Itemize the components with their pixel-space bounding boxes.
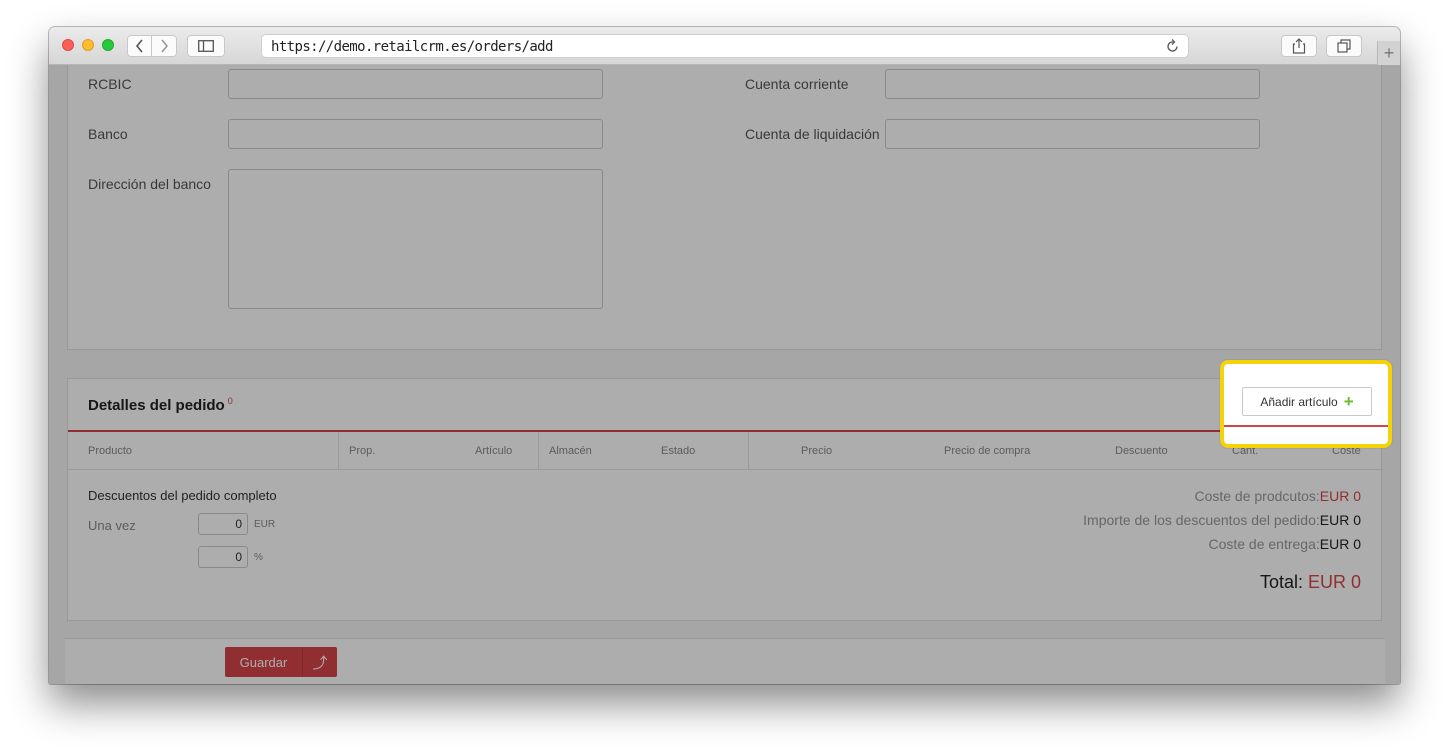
address-bar[interactable]: https://demo.retailcrm.es/orders/add xyxy=(261,34,1189,58)
discount-percent-unit: % xyxy=(254,552,263,563)
form-actions-bar: Guardar ⤴ xyxy=(65,638,1385,684)
reload-icon[interactable] xyxy=(1166,38,1180,54)
plus-icon: + xyxy=(1383,42,1395,63)
order-details-panel: Detalles del pedido 0 Producto Prop. Artí… xyxy=(67,378,1383,621)
bank-label: Banco xyxy=(88,126,128,142)
rcbic-label: RCBIC xyxy=(88,76,132,92)
plus-icon: + xyxy=(1343,392,1354,411)
share-icon xyxy=(1292,38,1306,54)
discount-percent-input[interactable]: 0 xyxy=(198,546,248,568)
settlement-account-label: Cuenta de liquidación xyxy=(745,126,880,142)
back-button[interactable] xyxy=(127,35,152,57)
column-separator xyxy=(338,432,339,470)
browser-toolbar: https://demo.retailcrm.es/orders/add xyxy=(49,27,1400,65)
add-item-button[interactable]: Añadir artículo + xyxy=(1242,387,1372,416)
delivery-cost-row: Coste de entrega:EUR 0 xyxy=(1208,536,1361,552)
discount-amount-row: Importe de los descuentos del pedido:EUR… xyxy=(1083,512,1361,528)
forward-button[interactable] xyxy=(152,35,177,57)
tabs-icon xyxy=(1337,39,1351,53)
current-account-label: Cuenta corriente xyxy=(745,76,849,92)
sidebar-icon xyxy=(198,40,214,52)
delivery-cost-value: EUR 0 xyxy=(1319,536,1361,552)
order-details-title: Detalles del pedido 0 xyxy=(88,396,233,414)
browser-window: https://demo.retailcrm.es/orders/add + R… xyxy=(49,27,1400,684)
order-discount-title: Descuentos del pedido completo xyxy=(88,488,277,503)
total-value: EUR 0 xyxy=(1307,572,1361,592)
column-separator xyxy=(748,432,749,470)
highlight-divider xyxy=(1224,425,1388,427)
bank-address-textarea[interactable] xyxy=(228,169,603,309)
order-items-table-header: Producto Prop. Artículo Almacén Estado P… xyxy=(68,432,1383,470)
products-cost-row: Coste de prodcutos:EUR 0 xyxy=(1194,488,1361,504)
rcbic-input[interactable] xyxy=(228,69,603,99)
minimize-window-button[interactable] xyxy=(82,39,94,51)
column-article[interactable]: Artículo xyxy=(475,445,512,457)
close-window-button[interactable] xyxy=(62,39,74,51)
total-label: Total: xyxy=(1259,572,1303,592)
discount-amount-input[interactable]: 0 xyxy=(198,513,248,535)
chevron-right-icon xyxy=(161,39,169,53)
share-button[interactable] xyxy=(1281,35,1317,57)
share-arrow-icon: ⤴ xyxy=(312,654,328,672)
sidebar-toggle-button[interactable] xyxy=(187,35,225,57)
save-and-exit-button[interactable]: ⤴ xyxy=(302,647,337,677)
bank-details-panel: RCBIC Banco Dirección del banco Cuenta c… xyxy=(67,65,1382,350)
zoom-window-button[interactable] xyxy=(102,39,114,51)
discount-once-label: Una vez xyxy=(88,518,136,533)
current-account-input[interactable] xyxy=(885,69,1260,99)
column-purchase-price[interactable]: Precio de compra xyxy=(944,445,1030,457)
settlement-account-input[interactable] xyxy=(885,119,1260,149)
discount-amount-value: EUR 0 xyxy=(1319,512,1361,528)
bank-input[interactable] xyxy=(228,119,603,149)
column-separator xyxy=(538,432,539,470)
chevron-left-icon xyxy=(135,39,143,53)
column-status[interactable]: Estado xyxy=(661,445,695,457)
column-price[interactable]: Precio xyxy=(801,445,832,457)
products-cost-label: Coste de prodcutos: xyxy=(1194,488,1320,504)
discount-amount-label: Importe de los descuentos del pedido: xyxy=(1083,512,1320,528)
order-item-count: 0 xyxy=(227,396,233,406)
save-button[interactable]: Guardar xyxy=(225,647,302,677)
new-tab-button[interactable]: + xyxy=(1377,41,1400,65)
page-content: RCBIC Banco Dirección del banco Cuenta c… xyxy=(49,65,1400,684)
order-details-title-text: Detalles del pedido xyxy=(88,397,225,414)
delivery-cost-label: Coste de entrega: xyxy=(1208,536,1320,552)
add-item-label: Añadir artículo xyxy=(1260,394,1338,409)
bank-address-label: Dirección del banco xyxy=(88,176,211,192)
column-warehouse[interactable]: Almacén xyxy=(549,445,592,457)
total-row: Total: EUR 0 xyxy=(1260,572,1361,593)
column-product[interactable]: Producto xyxy=(88,445,132,457)
column-discount[interactable]: Descuento xyxy=(1115,445,1168,457)
discount-amount-unit: EUR xyxy=(254,519,276,530)
add-item-highlight: Añadir artículo + xyxy=(1220,360,1392,448)
products-cost-value: EUR 0 xyxy=(1319,488,1361,504)
show-tabs-button[interactable] xyxy=(1326,35,1362,57)
column-properties[interactable]: Prop. xyxy=(349,445,375,457)
url-text[interactable]: https://demo.retailcrm.es/orders/add xyxy=(271,39,553,55)
